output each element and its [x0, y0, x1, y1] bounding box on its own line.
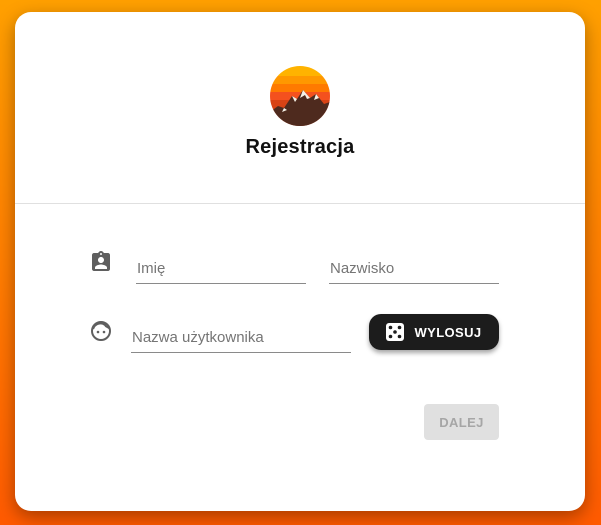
registration-card: Rejestracja WYLOSUJ DALEJ	[15, 12, 585, 511]
mountain-sunset-logo	[270, 66, 330, 126]
first-name-input[interactable]	[136, 253, 307, 283]
last-name-input[interactable]	[329, 253, 500, 283]
card-header: Rejestracja	[15, 12, 585, 204]
page-title: Rejestracja	[245, 136, 355, 158]
username-field[interactable]	[131, 322, 352, 353]
first-name-field[interactable]	[136, 253, 307, 284]
last-name-field[interactable]	[329, 253, 500, 284]
next-button[interactable]: DALEJ	[424, 404, 499, 440]
contact-badge-icon	[92, 251, 110, 271]
randomize-button[interactable]: WYLOSUJ	[369, 314, 499, 350]
username-input[interactable]	[131, 322, 352, 352]
dice-icon	[386, 323, 405, 341]
face-icon	[91, 321, 111, 341]
randomize-button-label: WYLOSUJ	[414, 324, 482, 340]
